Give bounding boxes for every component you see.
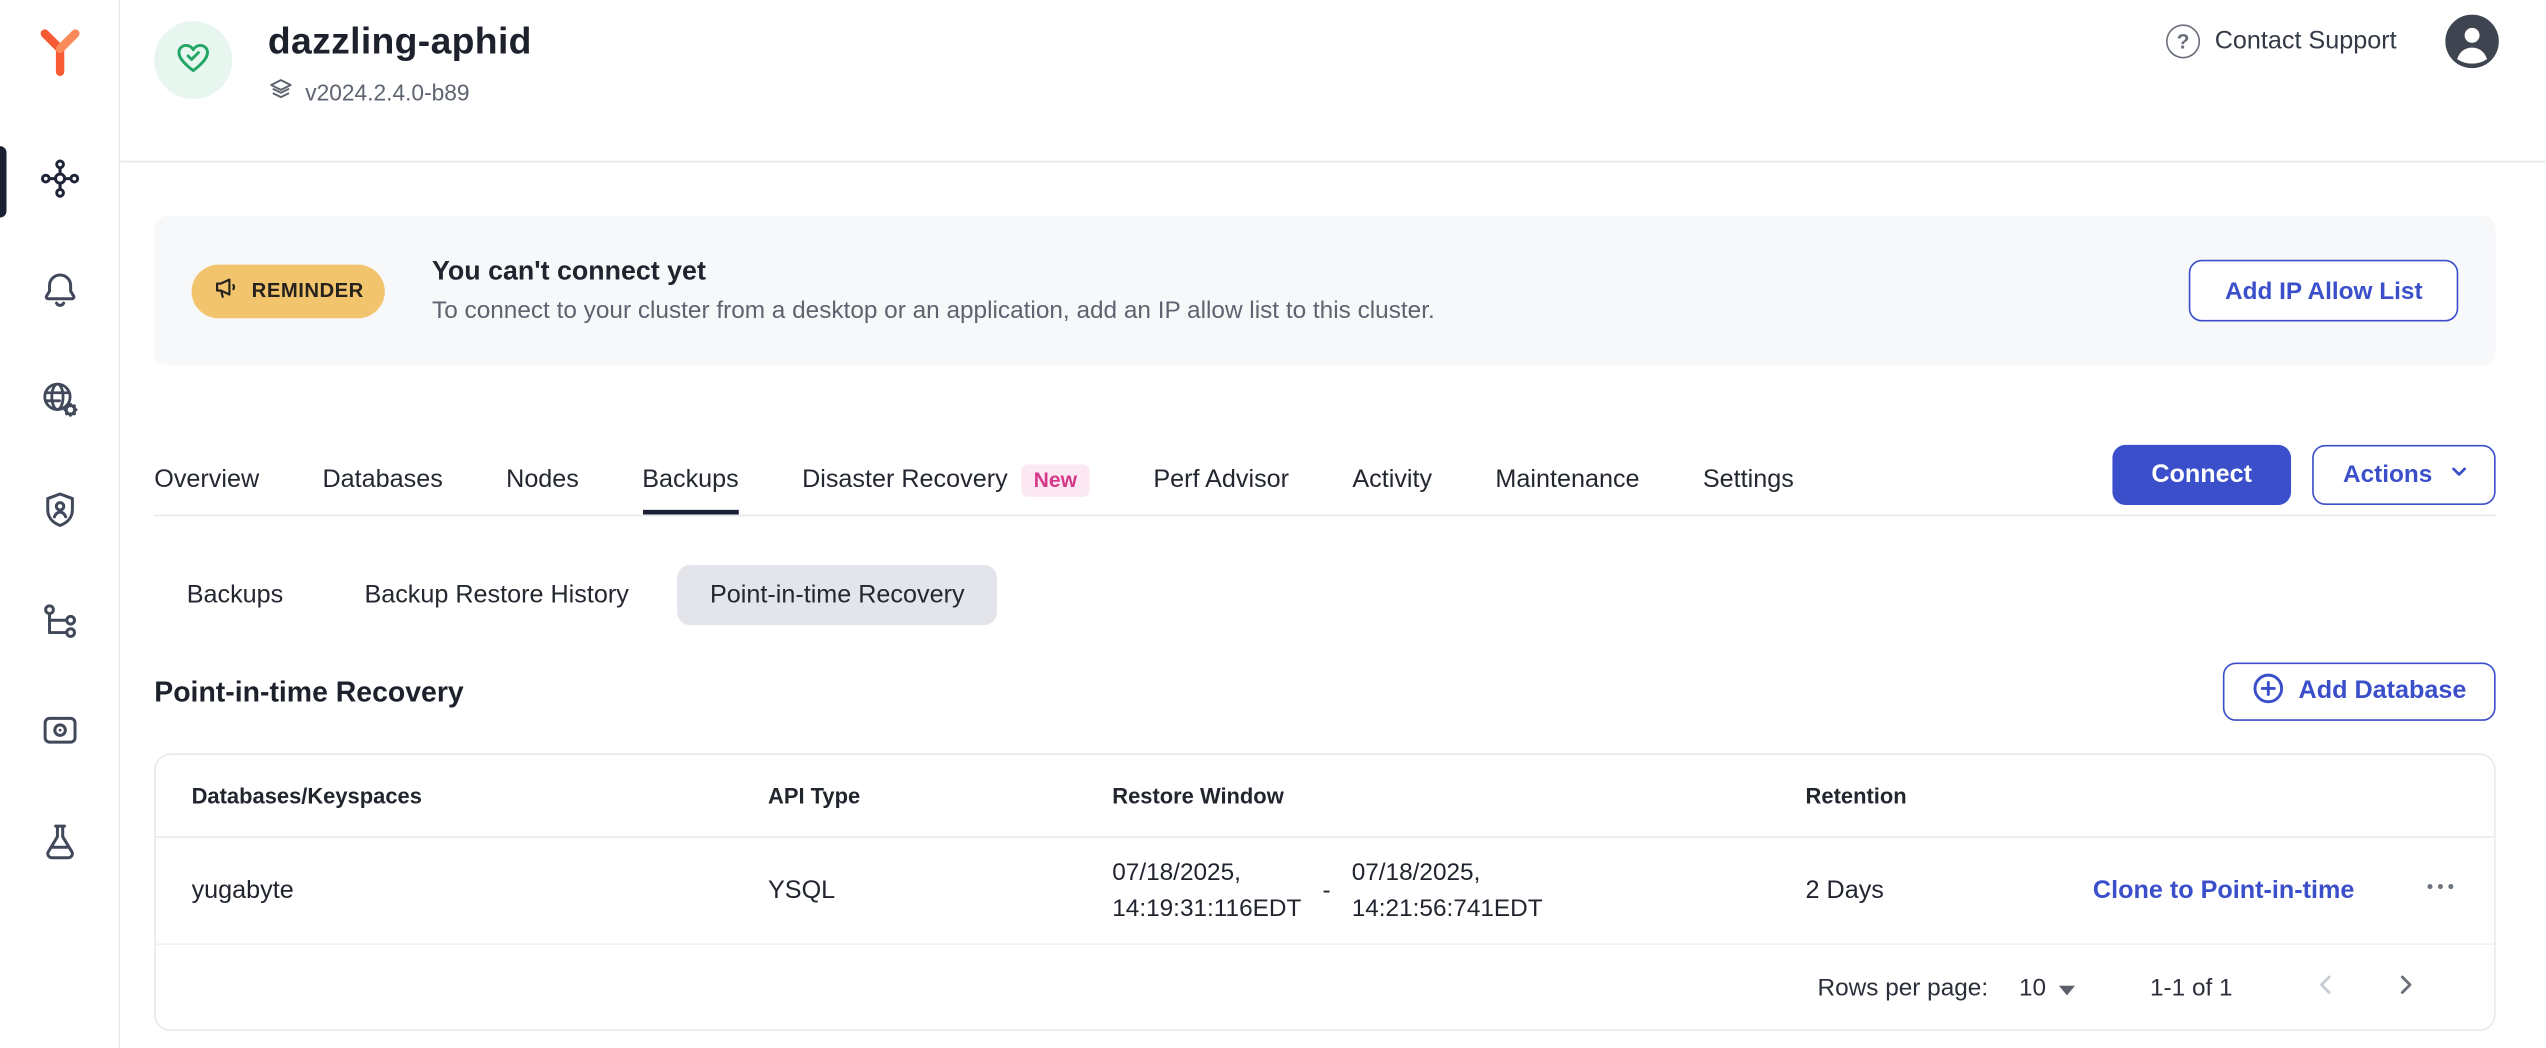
tab-nodes[interactable]: Nodes (506, 445, 579, 515)
cluster-tabs-row: Overview Databases Nodes Backups Disaste… (154, 445, 2495, 516)
monitor-icon (38, 709, 80, 759)
tab-activity[interactable]: Activity (1352, 445, 1432, 515)
table-row: yugabyte YSQL 07/18/2025, 14:19:31:116ED… (156, 838, 2494, 945)
subtab-backups[interactable]: Backups (154, 565, 315, 625)
cell-api-type: YSQL (768, 876, 1112, 905)
sidebar-item-monitoring[interactable] (0, 698, 119, 769)
column-header-databases: Databases/Keyspaces (192, 783, 768, 807)
cluster-title-block: dazzling-aphid v2024.2.4.0-b89 (268, 19, 532, 107)
next-page-button[interactable] (2390, 969, 2421, 1006)
cluster-actions: Connect Actions (2112, 445, 2495, 505)
add-ip-allow-list-button[interactable]: Add IP Allow List (2189, 260, 2458, 322)
pagination-range: 1-1 of 1 (2150, 973, 2233, 1001)
sidebar-item-clusters[interactable] (0, 146, 119, 217)
branch-icon (38, 598, 80, 648)
actions-button[interactable]: Actions (2312, 445, 2496, 505)
globe-gear-icon (38, 378, 80, 428)
sidebar-nav (0, 146, 119, 880)
chevron-left-icon (2311, 969, 2342, 1006)
cluster-header: dazzling-aphid v2024.2.4.0-b89 ? Contact… (120, 0, 2546, 162)
ellipsis-icon (2423, 869, 2459, 913)
page-title: Point-in-time Recovery (154, 675, 463, 709)
tab-backups[interactable]: Backups (642, 445, 739, 515)
column-header-retention: Retention (1806, 783, 2017, 807)
subtab-point-in-time-recovery[interactable]: Point-in-time Recovery (678, 565, 998, 625)
plus-circle-icon (2251, 671, 2283, 712)
column-header-api-type: API Type (768, 783, 1112, 807)
table-header-row: Databases/Keyspaces API Type Restore Win… (156, 755, 2494, 838)
restore-window-start: 07/18/2025, 14:19:31:116EDT (1112, 855, 1301, 926)
chevron-down-icon (2445, 458, 2473, 492)
pitr-section-head: Point-in-time Recovery Add Database (154, 662, 2495, 720)
sidebar-item-alerts[interactable] (0, 257, 119, 328)
banner-title: You can't connect yet (432, 257, 1435, 288)
add-database-button[interactable]: Add Database (2222, 662, 2495, 720)
tab-disaster-recovery[interactable]: Disaster Recovery New (802, 445, 1090, 515)
yugabyte-logo[interactable] (0, 23, 119, 88)
banner-text: You can't connect yet To connect to your… (432, 257, 1435, 325)
tab-maintenance[interactable]: Maintenance (1495, 445, 1639, 515)
cluster-version: v2024.2.4.0-b89 (305, 79, 469, 105)
contact-support-button[interactable]: ? Contact Support (2166, 24, 2397, 58)
cluster-name: dazzling-aphid (268, 19, 532, 63)
row-menu-button[interactable] (2423, 869, 2459, 913)
cell-restore-window: 07/18/2025, 14:19:31:116EDT - 07/18/2025… (1112, 855, 1805, 926)
sidebar (0, 0, 120, 1048)
rows-per-page-select[interactable]: 10 (2019, 973, 2075, 1001)
chevron-right-icon (2390, 969, 2421, 1006)
backups-subtabs: Backups Backup Restore History Point-in-… (154, 565, 2495, 625)
restore-window-separator: - (1322, 873, 1330, 908)
tab-settings[interactable]: Settings (1703, 445, 1794, 515)
cell-actions: Clone to Point-in-time (2017, 869, 2459, 913)
shield-user-icon (38, 488, 80, 538)
megaphone-icon (213, 274, 241, 306)
sidebar-item-integrations[interactable] (0, 588, 119, 659)
rows-per-page-label: Rows per page: (1818, 973, 1989, 1001)
flask-icon (38, 819, 80, 869)
cell-retention: 2 Days (1806, 876, 2017, 905)
cluster-health-badge (154, 21, 232, 99)
cluster-network-icon (38, 157, 80, 207)
connect-button[interactable]: Connect (2112, 445, 2291, 505)
bell-icon (38, 267, 80, 317)
column-header-restore-window: Restore Window (1112, 783, 1805, 807)
app-window: dazzling-aphid v2024.2.4.0-b89 ? Contact… (0, 0, 2546, 1048)
subtab-backup-restore-history[interactable]: Backup Restore History (332, 565, 661, 625)
new-badge: New (1021, 464, 1090, 496)
user-avatar[interactable] (2445, 15, 2499, 69)
reminder-pill-label: REMINDER (252, 279, 364, 302)
cell-database: yugabyte (192, 876, 768, 905)
help-icon: ? (2166, 24, 2200, 58)
cluster-tabs: Overview Databases Nodes Backups Disaste… (154, 445, 1794, 515)
tab-perf-advisor[interactable]: Perf Advisor (1153, 445, 1289, 515)
clone-to-point-in-time-link[interactable]: Clone to Point-in-time (2093, 876, 2354, 905)
cluster-version-row: v2024.2.4.0-b89 (268, 76, 532, 107)
previous-page-button[interactable] (2311, 969, 2342, 1006)
sidebar-item-labs[interactable] (0, 809, 119, 880)
table-pagination: Rows per page: 10 1-1 of 1 (156, 945, 2494, 1029)
sidebar-item-network-access[interactable] (0, 367, 119, 438)
banner-subtitle: To connect to your cluster from a deskto… (432, 297, 1435, 325)
layers-icon (268, 76, 294, 107)
pitr-table-card: Databases/Keyspaces API Type Restore Win… (154, 753, 2495, 1031)
reminder-banner: REMINDER You can't connect yet To connec… (154, 216, 2495, 365)
heart-check-icon (174, 37, 213, 84)
tab-databases[interactable]: Databases (322, 445, 442, 515)
caret-down-icon (2059, 973, 2075, 1001)
yugabyte-logo-icon (33, 25, 85, 85)
tab-overview[interactable]: Overview (154, 445, 259, 515)
contact-support-label: Contact Support (2215, 27, 2397, 56)
restore-window-end: 07/18/2025, 14:21:56:741EDT (1352, 855, 1543, 926)
reminder-pill: REMINDER (192, 264, 385, 318)
main-content: dazzling-aphid v2024.2.4.0-b89 ? Contact… (120, 0, 2546, 1048)
sidebar-item-security[interactable] (0, 477, 119, 548)
header-right: ? Contact Support (2166, 15, 2499, 69)
